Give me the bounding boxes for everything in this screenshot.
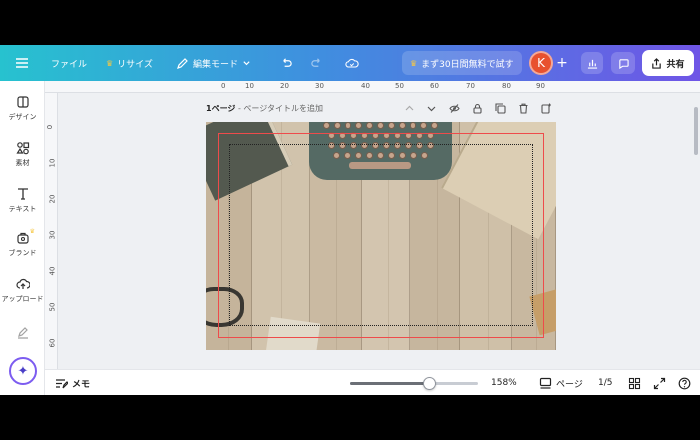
- vertical-scrollbar[interactable]: [694, 107, 698, 155]
- edit-mode-button[interactable]: 編集モード: [176, 45, 251, 81]
- zoom-slider-fill: [350, 382, 430, 385]
- trash-icon[interactable]: [518, 103, 529, 114]
- ruler-tick: 0: [46, 124, 55, 130]
- ruler-tick: 90: [536, 82, 545, 90]
- file-menu-button[interactable]: ファイル: [51, 45, 87, 81]
- crown-icon: ♛: [410, 58, 418, 68]
- sidebar-item-label: テキスト: [8, 205, 37, 213]
- undo-icon[interactable]: [278, 45, 294, 81]
- ruler-tick: 40: [48, 266, 57, 276]
- sidebar-item-label: 素材: [15, 159, 30, 167]
- grid-view-icon[interactable]: [628, 370, 641, 395]
- fullscreen-icon[interactable]: [653, 370, 666, 395]
- hide-eye-icon[interactable]: [449, 103, 460, 114]
- text-safe-area: [229, 144, 533, 326]
- page-count: 1/5: [598, 378, 613, 388]
- help-icon[interactable]: [678, 370, 691, 395]
- sidebar-item-label: アップロード: [1, 295, 44, 303]
- chevron-up-icon[interactable]: [404, 103, 415, 114]
- insights-chart-icon[interactable]: [581, 52, 603, 74]
- ruler-tick: 60: [48, 338, 57, 348]
- share-icon: [652, 57, 662, 69]
- magic-assistant-button[interactable]: ✦: [9, 357, 37, 385]
- trial-label: まず30日間無料で試す: [421, 59, 514, 70]
- sparkle-icon: ✦: [17, 363, 29, 379]
- lock-icon[interactable]: [472, 103, 483, 114]
- elements-icon: [15, 142, 29, 155]
- free-trial-button[interactable]: ♛ まず30日間無料で試す: [402, 51, 522, 75]
- zoom-level[interactable]: 158%: [491, 370, 517, 395]
- ruler-horizontal: 0 10 20 30 40 50 60 70 80 90: [45, 81, 700, 93]
- upload-icon: [15, 278, 30, 289]
- pencil-icon: [177, 57, 188, 69]
- share-button[interactable]: 共有: [642, 50, 694, 76]
- avatar[interactable]: K: [529, 51, 553, 75]
- sidebar-item-elements[interactable]: 素材: [0, 141, 45, 168]
- ruler-tick: 0: [221, 82, 226, 90]
- comment-icon[interactable]: [611, 52, 635, 74]
- page-title-placeholder: - ページタイトルを追加: [235, 104, 324, 113]
- ruler-tick: 40: [361, 82, 370, 90]
- pages-label: ページ: [556, 379, 583, 390]
- ruler-tick: 20: [48, 194, 57, 204]
- ruler-tick: 70: [466, 82, 475, 90]
- ruler-tick: 50: [395, 82, 404, 90]
- ruler-tick: 30: [48, 230, 57, 240]
- editor-app: ファイル ♛ リサイズ 編集モード ♛ まず30日間無料で試す K + 共有 デ…: [0, 45, 700, 395]
- chevron-down-icon[interactable]: [426, 103, 437, 114]
- page-title[interactable]: 1ページ - ページタイトルを追加: [206, 103, 323, 114]
- sidebar-item-text[interactable]: テキスト: [0, 187, 45, 214]
- memo-label: メモ: [72, 379, 91, 390]
- add-collaborator-icon[interactable]: +: [556, 45, 568, 81]
- edit-mode-label: 編集モード: [193, 59, 239, 70]
- notes-icon: [56, 378, 68, 388]
- design-icon: [16, 96, 29, 108]
- sidebar-item-design[interactable]: デザイン: [0, 95, 45, 122]
- text-icon: [17, 188, 28, 200]
- page-number-label: 1ページ: [206, 104, 236, 113]
- duplicate-icon[interactable]: [495, 103, 506, 114]
- share-label: 共有: [666, 59, 685, 70]
- resize-button[interactable]: ♛ リサイズ: [106, 45, 153, 81]
- crown-icon: ♛: [29, 228, 35, 235]
- sidebar-item-draw[interactable]: [0, 325, 45, 339]
- crown-icon: ♛: [106, 58, 114, 68]
- cloud-save-icon[interactable]: [344, 45, 360, 81]
- sidebar-item-brand[interactable]: ♛ ブランド: [0, 228, 45, 258]
- left-sidebar: デザイン 素材 テキスト ♛ ブランド アップロード ✦: [0, 81, 45, 395]
- pages-button[interactable]: ページ: [539, 370, 583, 395]
- zoom-slider[interactable]: [350, 377, 478, 390]
- ruler-vertical: 0 10 20 30 40 50 60: [45, 93, 58, 369]
- memo-button[interactable]: メモ: [55, 370, 90, 395]
- bottom-bar: メモ 158% ページ 1/5: [45, 369, 700, 395]
- menu-icon[interactable]: [14, 45, 30, 81]
- zoom-slider-thumb[interactable]: [423, 377, 437, 390]
- ruler-tick: 20: [280, 82, 289, 90]
- redo-icon[interactable]: [308, 45, 324, 81]
- sidebar-item-uploads[interactable]: アップロード: [0, 277, 45, 304]
- sidebar-item-label: デザイン: [8, 113, 37, 121]
- add-page-icon[interactable]: [541, 103, 552, 114]
- chevron-down-icon: [243, 60, 250, 65]
- top-bar: ファイル ♛ リサイズ 編集モード ♛ まず30日間無料で試す K + 共有: [0, 45, 700, 81]
- brand-icon: [16, 232, 29, 244]
- ruler-tick: 50: [48, 302, 57, 312]
- pages-icon: [539, 377, 552, 389]
- ruler-tick: 10: [245, 82, 254, 90]
- ruler-tick: 10: [48, 158, 57, 168]
- draw-icon: [17, 327, 28, 339]
- sidebar-item-label: ブランド: [8, 249, 37, 257]
- resize-label: リサイズ: [117, 59, 153, 70]
- ruler-tick: 30: [315, 82, 324, 90]
- ruler-tick: 80: [502, 82, 511, 90]
- ruler-tick: 60: [430, 82, 439, 90]
